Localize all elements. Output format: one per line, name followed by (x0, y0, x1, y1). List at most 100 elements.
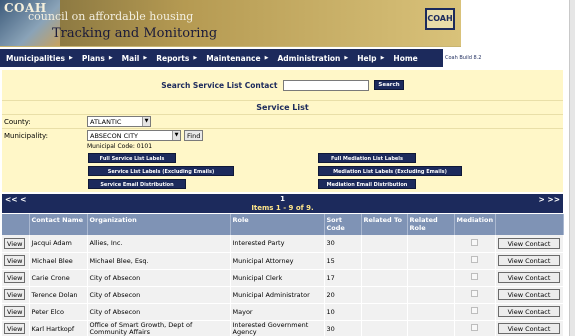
contact-name: Carie Crone (29, 269, 88, 287)
nav-reports[interactable]: Reports (150, 54, 195, 63)
page-scrollbar[interactable] (569, 0, 575, 336)
service-list-panel: Search Service List Contact Search Servi… (2, 70, 563, 192)
table-row: View Terence Dolan City of Absecon Munic… (2, 286, 564, 304)
nav-municipalities[interactable]: Municipalities (0, 54, 71, 63)
search-label: Search Service List Contact (161, 80, 278, 90)
sort-code: 20 (324, 286, 362, 304)
related-to (361, 320, 408, 336)
header-related-to[interactable]: Related To (361, 214, 408, 235)
mediation-checkbox[interactable] (471, 290, 478, 297)
county-label: County: (4, 117, 31, 126)
sort-code: 15 (324, 252, 362, 270)
sort-code: 30 (324, 320, 362, 336)
view-contact-button[interactable]: View Contact (498, 255, 560, 266)
view-button[interactable]: View (4, 289, 26, 300)
view-contact-button[interactable]: View Contact (498, 289, 560, 300)
role: Municipal Attorney (230, 252, 325, 270)
header-banner: COAH council on affordable housing Track… (0, 0, 461, 47)
pager-items-count: Items 1 - 9 of 9. (251, 204, 314, 212)
view-button[interactable]: View (4, 255, 26, 266)
related-to (361, 269, 408, 287)
mediation-checkbox[interactable] (471, 256, 478, 263)
header-view (2, 214, 30, 235)
municipal-code: Municipal Code: 0101 (87, 143, 153, 150)
header-actions (495, 214, 564, 235)
mediation-labels-excl-button[interactable]: Mediation List Labels (Excluding Emails) (318, 166, 462, 176)
service-list-title: Service List (2, 100, 563, 114)
results-pager: << < 1 Items 1 - 9 of 9. > >> (2, 194, 563, 213)
table-row: View Michael Blee Michael Blee, Esq. Mun… (2, 252, 564, 270)
organization: City of Absecon (87, 303, 231, 321)
chevron-down-icon: ▼ (172, 131, 180, 140)
table-row: View Jacqui Adam Allies, Inc. Interested… (2, 235, 564, 253)
chevron-right-icon: ▶ (380, 55, 385, 61)
view-button[interactable]: View (4, 323, 26, 334)
coah-logo: COAH (425, 8, 455, 30)
mediation-email-button[interactable]: Mediation Email Distribution (318, 179, 416, 189)
header-organization[interactable]: Organization (87, 214, 231, 235)
header-mediation: Mediation (454, 214, 496, 235)
nav-help[interactable]: Help (351, 54, 382, 63)
sort-code: 17 (324, 269, 362, 287)
view-contact-button[interactable]: View Contact (498, 237, 560, 249)
header-role[interactable]: Role (230, 214, 325, 235)
banner-subtitle: Tracking and Monitoring (52, 26, 218, 41)
nav-home[interactable]: Home (387, 54, 423, 63)
county-select[interactable]: ATLANTIC ▼ (87, 116, 151, 127)
municipality-value: ABSECON CITY (90, 131, 139, 140)
organization: Michael Blee, Esq. (87, 252, 231, 270)
role: Municipal Clerk (230, 269, 325, 287)
nav-plans[interactable]: Plans (76, 54, 111, 63)
related-to (361, 252, 408, 270)
pager-next-link[interactable]: > >> (539, 195, 560, 204)
mediation-checkbox[interactable] (471, 238, 478, 246)
header-sort-code[interactable]: Sort Code (324, 214, 362, 235)
related-to (361, 303, 408, 321)
main-nav: Municipalities ▶ Plans ▶ Mail ▶ Reports ▶ Ma… (0, 49, 443, 67)
full-mediation-labels-button[interactable]: Full Mediation List Labels (318, 153, 416, 163)
mediation-checkbox[interactable] (471, 273, 478, 280)
view-contact-button[interactable]: View Contact (498, 272, 560, 283)
contacts-table: Contact Name Organization Role Sort Code… (2, 214, 564, 336)
view-contact-button[interactable]: View Contact (498, 323, 560, 334)
service-labels-excl-button[interactable]: Service List Labels (Excluding Emails) (88, 166, 234, 176)
view-button[interactable]: View (4, 306, 26, 317)
sort-code: 30 (324, 235, 362, 253)
full-service-labels-button[interactable]: Full Service List Labels (88, 153, 176, 163)
county-row: County: ATLANTIC ▼ (2, 114, 563, 128)
table-row: View Carie Crone City of Absecon Municip… (2, 269, 564, 287)
nav-administration[interactable]: Administration (271, 54, 346, 63)
header-contact-name[interactable]: Contact Name (29, 214, 88, 235)
related-role (407, 320, 455, 336)
chevron-down-icon: ▼ (142, 117, 150, 126)
related-role (407, 269, 455, 287)
mediation-checkbox[interactable] (471, 324, 478, 331)
related-to (361, 286, 408, 304)
mediation-checkbox[interactable] (471, 307, 478, 314)
pager-page-number[interactable]: 1 (2, 195, 563, 203)
find-button[interactable]: Find (184, 130, 204, 141)
role: Municipal Administrator (230, 286, 325, 304)
view-button[interactable]: View (4, 272, 26, 283)
related-role (407, 235, 455, 253)
search-button[interactable]: Search (374, 80, 404, 90)
contact-name: Karl Hartkopf (29, 320, 88, 336)
search-input[interactable] (283, 79, 370, 91)
municipality-row: Municipality: ABSECON CITY ▼ Find (2, 128, 563, 142)
table-header-row: Contact Name Organization Role Sort Code… (2, 214, 564, 235)
related-role (407, 286, 455, 304)
contact-name: Peter Elco (29, 303, 88, 321)
organization: Office of Smart Growth, Dept of Communit… (87, 320, 231, 336)
service-email-button[interactable]: Service Email Distribution (88, 179, 186, 189)
related-role (407, 303, 455, 321)
municipality-select[interactable]: ABSECON CITY ▼ (87, 130, 181, 141)
nav-maintenance[interactable]: Maintenance (200, 54, 266, 63)
view-button[interactable]: View (4, 237, 26, 249)
nav-mail[interactable]: Mail (116, 54, 146, 63)
view-contact-button[interactable]: View Contact (498, 306, 560, 317)
table-row: View Karl Hartkopf Office of Smart Growt… (2, 320, 564, 336)
header-related-role[interactable]: Related Role (407, 214, 455, 235)
search-row: Search Service List Contact Search (2, 70, 563, 100)
chevron-right-icon: ▶ (69, 55, 73, 61)
chevron-right-icon: ▶ (344, 55, 349, 61)
